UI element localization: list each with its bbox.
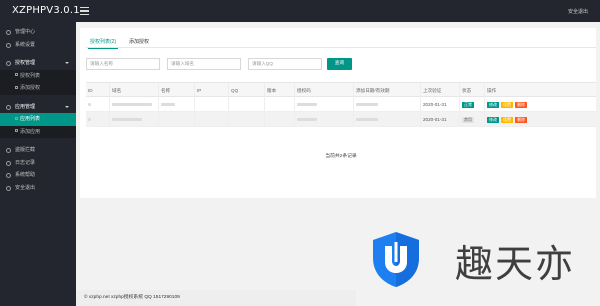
menu-toggle-icon[interactable] xyxy=(80,7,89,15)
column-header: 名称 xyxy=(158,83,170,98)
sidebar-item-settings[interactable]: 系统设置 xyxy=(0,39,76,52)
redacted-value xyxy=(112,103,152,107)
sidebar-item-label: 管理中心 xyxy=(15,29,36,35)
column-header: 版本 xyxy=(264,83,276,98)
watermark-logo: 趣天亦 xyxy=(365,228,585,290)
search-button[interactable]: 查询 xyxy=(327,58,352,70)
sidebar-item-logs[interactable]: 日志记录 xyxy=(0,157,76,170)
delete-button[interactable]: 删除 xyxy=(515,116,527,124)
add-icon xyxy=(15,85,18,89)
top-bar: XZPHPV3.0.1 安全退出 xyxy=(0,0,600,22)
content-panel: 授权列表(2) 添加授权 请输入名称 请输入域名 请输入QQ 查询 ID 域名 … xyxy=(80,28,596,198)
app-brand: XZPHPV3.0.1 xyxy=(12,5,80,16)
tab-license-list[interactable]: 授权列表(2) xyxy=(87,38,119,49)
sidebar-item-label: 系统设置 xyxy=(15,41,36,48)
renew-button[interactable]: 续费 xyxy=(501,116,513,124)
edit-button[interactable]: 修改 xyxy=(487,116,499,124)
sidebar-item-label: 授权列表 xyxy=(20,72,41,79)
status-badge: 禁用 xyxy=(462,116,474,124)
row-actions: 修改 续费 删除 xyxy=(484,97,529,112)
redacted-value xyxy=(161,103,175,107)
search-domain-input[interactable]: 请输入域名 xyxy=(167,58,241,70)
column-header: 上次验证 xyxy=(420,83,441,98)
app-icon xyxy=(6,104,11,110)
sidebar-item-help[interactable]: 系统帮助 xyxy=(0,169,76,182)
column-header: 操作 xyxy=(484,83,496,98)
sidebar-group-label: 授权管理 xyxy=(15,60,36,66)
redacted-value xyxy=(88,118,91,122)
edit-button[interactable]: 修改 xyxy=(487,101,499,109)
sidebar-item-label: 日志记录 xyxy=(15,159,36,166)
last-verified: 2020-01-31 xyxy=(420,97,447,112)
redacted-value xyxy=(356,118,378,122)
home-icon xyxy=(6,30,11,35)
sidebar-item-label: 盗版拦截 xyxy=(15,147,36,153)
table-row: 2020-01-31 正常 修改 续费 删除 xyxy=(86,97,596,112)
column-header: 域名 xyxy=(109,83,121,98)
license-table: ID 域名 名称 IP QQ 版本 授权码 添加日期/有效期 上次验证 状态 操… xyxy=(86,82,596,159)
renew-button[interactable]: 续费 xyxy=(501,101,513,109)
shield-icon xyxy=(6,148,11,153)
delete-button[interactable]: 删除 xyxy=(515,101,527,109)
list-icon xyxy=(15,116,18,120)
redacted-value xyxy=(297,103,317,107)
sidebar-item-license-list[interactable]: 授权列表 xyxy=(0,69,76,82)
sidebar-item-add-license[interactable]: 添加授权 xyxy=(0,82,76,95)
chevron-down-icon xyxy=(65,105,69,108)
sidebar-item-logout[interactable]: 安全退出 xyxy=(0,182,76,195)
sidebar-item-add-app[interactable]: 添加应用 xyxy=(0,125,76,138)
add-icon xyxy=(15,129,18,133)
table-row: 2020-01-31 禁用 修改 续费 删除 xyxy=(86,112,596,127)
sidebar-group-label: 应用管理 xyxy=(15,103,36,110)
shield-logo-icon xyxy=(373,232,419,287)
sidebar-group-app[interactable]: 应用管理 xyxy=(0,101,76,114)
status-badge: 正常 xyxy=(462,101,474,109)
column-header: 添加日期/有效期 xyxy=(353,83,389,98)
sidebar-item-piracy[interactable]: 盗版拦截 xyxy=(0,144,76,157)
chevron-down-icon xyxy=(65,62,69,64)
sidebar-item-label: 安全退出 xyxy=(15,184,36,191)
settings-icon xyxy=(6,42,11,48)
help-icon xyxy=(6,173,11,178)
watermark-text: 趣天亦 xyxy=(455,242,576,286)
logout-link[interactable]: 安全退出 xyxy=(568,8,588,15)
last-verified: 2020-01-31 xyxy=(420,112,447,127)
sidebar-item-label: 添加授权 xyxy=(20,85,41,91)
sidebar-group-license[interactable]: 授权管理 xyxy=(0,57,76,70)
sidebar-item-label: 系统帮助 xyxy=(15,172,36,178)
log-icon xyxy=(6,160,11,166)
column-header: ID xyxy=(88,88,93,93)
column-header: 状态 xyxy=(459,83,471,98)
sidebar-item-app-list[interactable]: 应用列表 xyxy=(0,113,76,126)
column-header: 授权码 xyxy=(294,83,311,98)
redacted-value xyxy=(356,103,378,107)
sidebar-item-label: 应用列表 xyxy=(20,116,41,122)
footer-copyright: © xzphp.net xzphp授权系统 QQ 1517290109 xyxy=(76,290,356,306)
tab-bar: 授权列表(2) 添加授权 xyxy=(86,36,596,49)
redacted-value xyxy=(297,118,317,122)
record-count: 当前共2条记录 xyxy=(325,154,357,159)
redacted-value xyxy=(112,118,142,122)
exit-icon xyxy=(6,185,11,191)
column-header: QQ xyxy=(228,83,238,98)
row-actions: 修改 续费 删除 xyxy=(484,112,529,127)
sidebar-item-label: 添加应用 xyxy=(20,128,41,135)
sidebar-item-dashboard[interactable]: 管理中心 xyxy=(0,26,76,39)
search-name-input[interactable]: 请输入名称 xyxy=(86,58,160,70)
column-header: IP xyxy=(194,83,201,98)
license-icon xyxy=(6,61,11,66)
sidebar: 管理中心 系统设置 授权管理 授权列表 添加授权 应用管理 应用列表 添加应用 … xyxy=(0,22,76,306)
tab-add-license[interactable]: 添加授权 xyxy=(129,38,149,45)
list-icon xyxy=(15,73,18,77)
search-qq-input[interactable]: 请输入QQ xyxy=(248,58,322,70)
redacted-value xyxy=(88,103,91,107)
table-header: ID 域名 名称 IP QQ 版本 授权码 添加日期/有效期 上次验证 状态 操… xyxy=(86,82,596,98)
